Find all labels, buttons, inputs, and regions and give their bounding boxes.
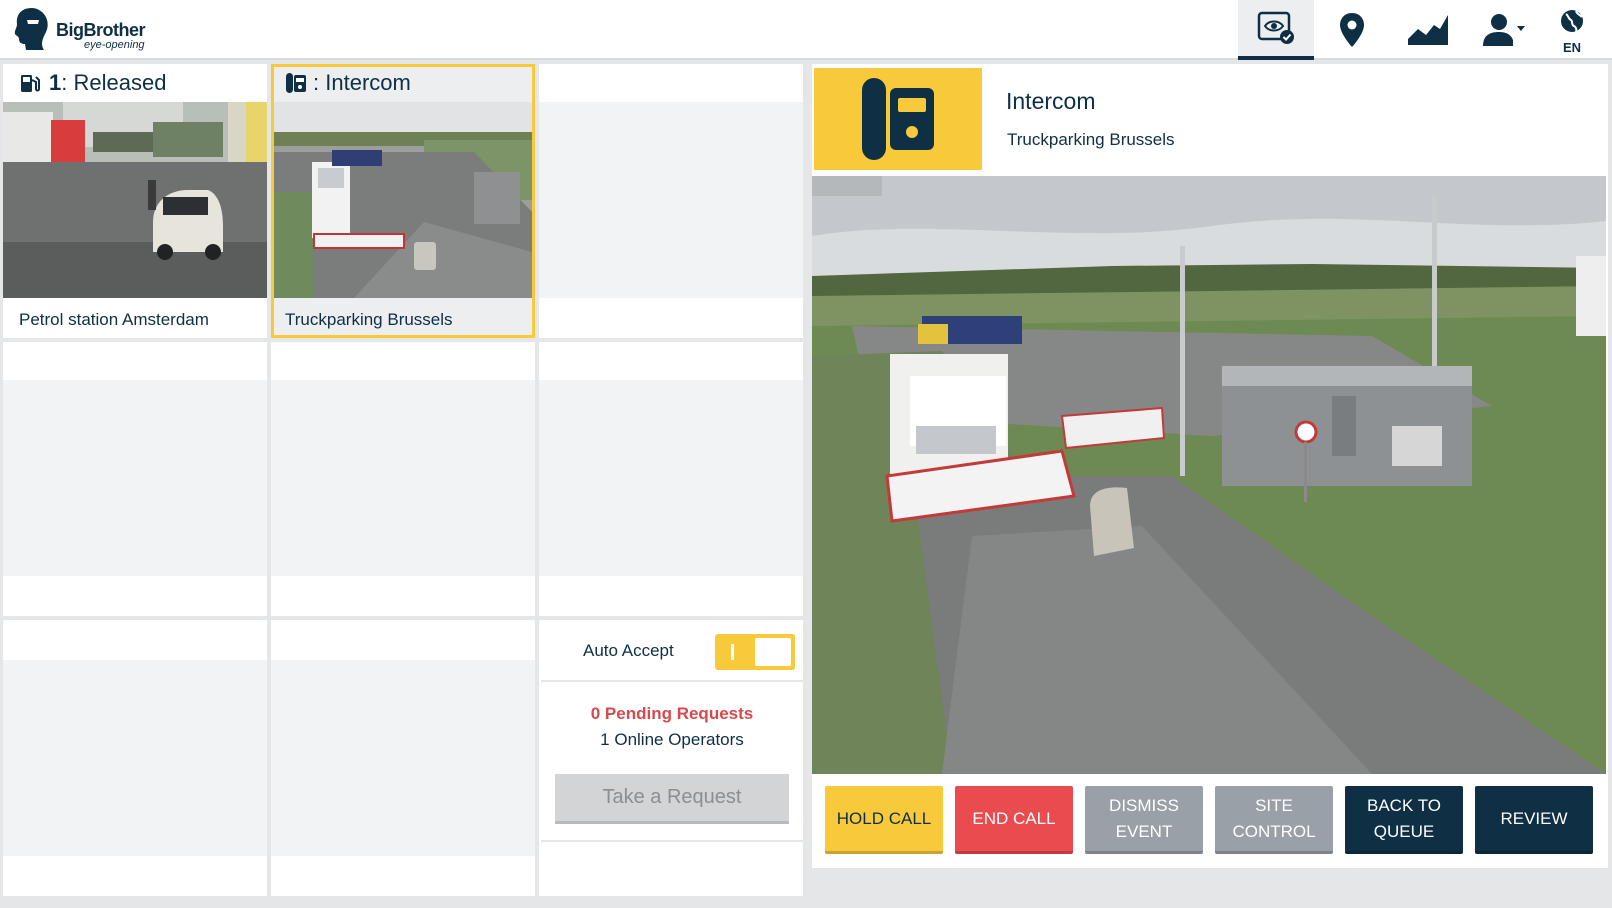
back-to-queue-button[interactable]: BACK TO QUEUE — [1345, 786, 1463, 854]
call-type-badge — [814, 68, 982, 170]
review-button[interactable]: REVIEW — [1475, 786, 1593, 854]
nav-monitor-button[interactable] — [1238, 0, 1314, 60]
truck-parking-camera-image — [274, 102, 532, 298]
area-chart-icon — [1408, 15, 1448, 45]
auto-accept-label: Auto Accept — [583, 641, 674, 660]
online-operators-count: 1 Online Operators — [600, 730, 744, 749]
empty-slot — [3, 660, 267, 856]
tile-site-name: Petrol station Amsterdam — [19, 310, 209, 329]
tile-site-name: Truckparking Brussels — [285, 310, 453, 329]
intercom-icon — [286, 73, 306, 93]
take-request-button[interactable]: Take a Request — [555, 774, 789, 824]
nav-map-button[interactable] — [1314, 0, 1390, 60]
call-type-title: Intercom — [1006, 88, 1096, 114]
pending-requests-count: 0 Pending Requests — [590, 704, 754, 723]
camera-thumbnail-petrol[interactable] — [3, 102, 267, 298]
brand-tagline: eye-opening — [84, 39, 145, 51]
tile-status: Released — [73, 70, 167, 95]
tile-header: 1: Released — [3, 64, 267, 102]
location-pin-icon — [1340, 13, 1364, 47]
nav-stats-button[interactable] — [1390, 0, 1466, 60]
top-bar: BigBrother eye-opening EN — [0, 0, 1612, 60]
logo-head-icon — [14, 8, 48, 50]
empty-slot — [539, 102, 803, 298]
user-dropdown-icon — [1483, 14, 1525, 46]
empty-tile-8 — [271, 620, 535, 896]
truck-parking-live-image — [812, 176, 1606, 774]
empty-tile-4 — [3, 342, 267, 616]
queue-divider — [541, 840, 803, 842]
event-tile-2[interactable]: : Intercom Truckparking Brussels — [271, 64, 535, 338]
tile-header: : Intercom — [271, 64, 535, 102]
fuel-pump-icon — [21, 75, 40, 92]
live-camera-feed[interactable] — [812, 176, 1606, 774]
toggle-knob[interactable] — [755, 638, 791, 666]
intercom-icon — [862, 78, 934, 160]
tile-separator: : — [313, 70, 320, 95]
tile-separator: : — [61, 70, 68, 95]
empty-slot — [539, 380, 803, 576]
end-call-button[interactable]: END CALL — [955, 786, 1073, 854]
queue-divider — [541, 680, 803, 682]
dismiss-event-button[interactable]: DISMISS EVENT — [1085, 786, 1203, 854]
tile-status: Intercom — [325, 70, 411, 95]
hold-call-button[interactable]: HOLD CALL — [825, 786, 943, 854]
bottom-edge — [0, 896, 1612, 908]
petrol-station-camera-image — [3, 102, 267, 298]
empty-slot — [3, 380, 267, 576]
event-tile-1[interactable]: 1: Released Petrol station Amsterdam — [3, 64, 267, 338]
nav-user-button[interactable] — [1466, 0, 1542, 60]
language-label: EN — [1562, 40, 1582, 55]
empty-tile-3 — [539, 64, 803, 338]
brand-name: BigBrother — [56, 20, 146, 40]
site-control-button[interactable]: SITE CONTROL — [1215, 786, 1333, 854]
empty-tile-6 — [539, 342, 803, 616]
auto-accept-toggle[interactable] — [715, 634, 795, 670]
empty-tile-7 — [3, 620, 267, 896]
empty-tile-5 — [271, 342, 535, 616]
empty-slot — [271, 660, 535, 856]
globe-icon — [1561, 10, 1583, 33]
brand-logo[interactable]: BigBrother eye-opening — [10, 6, 160, 54]
eye-check-icon — [1257, 11, 1294, 44]
empty-slot — [271, 380, 535, 576]
toggle-on-indicator — [731, 644, 734, 660]
camera-thumbnail-truckparking[interactable] — [274, 102, 532, 298]
language-selector[interactable]: EN — [1552, 8, 1592, 55]
tile-number: 1 — [49, 70, 62, 95]
call-site-name: Truckparking Brussels — [1007, 130, 1175, 149]
